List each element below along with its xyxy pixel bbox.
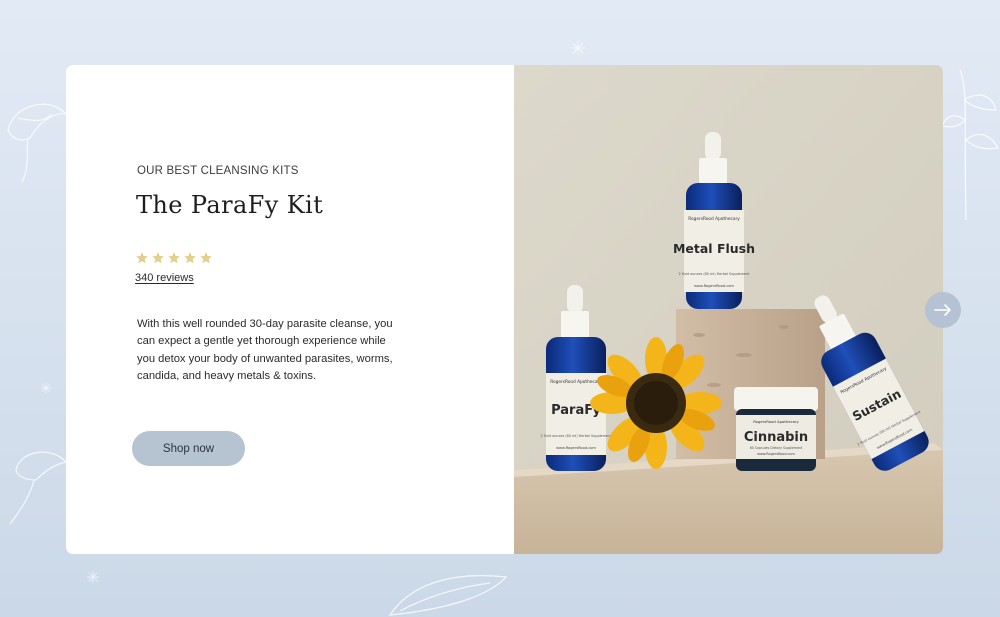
reviews-link[interactable]: 340 reviews — [135, 272, 194, 284]
sparkle-decoration — [40, 382, 52, 394]
botanical-decoration-left-bottom — [9, 451, 68, 525]
shop-now-button[interactable]: Shop now — [132, 431, 245, 466]
botanical-decoration-bottom — [388, 575, 508, 616]
bottle-url: www.RogersRood.com — [694, 284, 734, 288]
jar-subtext: 60 Capsules Dietary Supplement — [750, 446, 803, 450]
jar-cinnabin: RogersRood Apothecary Cinnabin 60 Capsul… — [734, 387, 818, 471]
sunflower-illustration — [590, 337, 722, 469]
eyebrow-label: OUR BEST CLEANSING KITS — [137, 165, 299, 177]
product-title: The ParaFy Kit — [136, 191, 324, 219]
product-photo: RogersRood Apothecary Metal Flush 2 flui… — [514, 65, 943, 554]
arrow-right-icon — [934, 304, 951, 316]
next-slide-button[interactable] — [925, 292, 961, 328]
hero-content: OUR BEST CLEANSING KITS The ParaFy Kit 3… — [66, 65, 514, 554]
sparkle-decoration — [571, 41, 585, 55]
star-icon — [168, 252, 180, 264]
hero-card: OUR BEST CLEANSING KITS The ParaFy Kit 3… — [66, 65, 943, 554]
jar-name: Cinnabin — [744, 430, 808, 445]
star-icon — [200, 252, 212, 264]
bottle-brand: RogersRood Apothecary — [550, 379, 602, 385]
botanical-decoration-left — [7, 103, 68, 183]
sparkle-decoration — [86, 570, 100, 584]
product-description: With this well rounded 30-day parasite c… — [137, 318, 393, 382]
jar-url: www.RogersRood.com — [757, 452, 795, 456]
star-icon — [136, 252, 148, 264]
bottle-subtext: 2 fluid ounces (60 ml) Herbal Supplement — [541, 434, 613, 438]
bottle-name: Metal Flush — [673, 241, 755, 256]
star-icon — [152, 252, 164, 264]
jar-brand: RogersRood Apothecary — [753, 419, 799, 424]
bottle-subtext: 2 fluid ounces (60 ml) Herbal Supplement — [679, 272, 751, 276]
star-rating — [135, 251, 213, 265]
bottle-url: www.RogersRood.com — [556, 446, 596, 450]
star-icon — [184, 252, 196, 264]
bottle-brand: RogersRood Apothecary — [688, 216, 740, 222]
botanical-decoration-right — [941, 69, 999, 221]
